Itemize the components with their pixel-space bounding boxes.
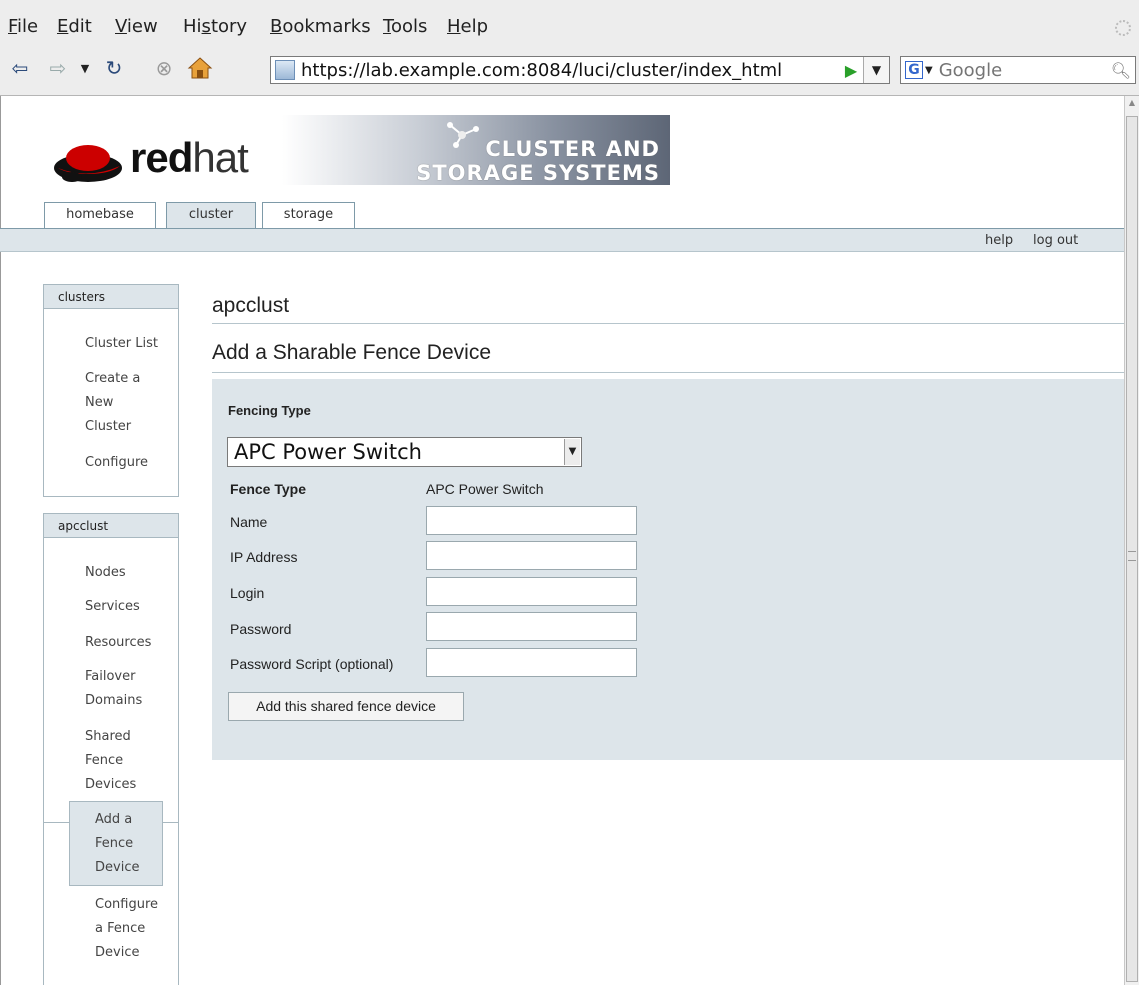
menu-help[interactable]: Help <box>447 16 488 37</box>
login-field[interactable] <box>426 577 637 606</box>
search-input[interactable] <box>938 59 1099 81</box>
scroll-grip-icon <box>1128 551 1136 561</box>
nav-resources[interactable]: Resources <box>85 631 151 655</box>
search-icon[interactable]: 🔍︎ <box>1111 61 1131 80</box>
nav-configure-fence-2[interactable]: a Fence <box>95 917 145 941</box>
nav-shared-fence-3[interactable]: Devices <box>85 773 136 797</box>
tab-cluster[interactable]: cluster <box>166 202 256 229</box>
molecule-icon <box>447 122 479 148</box>
divider <box>212 372 1124 373</box>
nav-shared-fence-2[interactable]: Fence <box>85 749 123 773</box>
password-field[interactable] <box>426 612 637 641</box>
nav-add-fence-3[interactable]: Device <box>95 856 139 880</box>
url-dropdown-icon[interactable]: ▼ <box>863 57 889 83</box>
scroll-up-icon[interactable]: ▲ <box>1127 98 1137 112</box>
menu-history[interactable]: History <box>183 16 247 37</box>
menu-edit[interactable]: Edit <box>57 16 92 37</box>
add-fence-device-button[interactable]: Add this shared fence device <box>228 692 464 721</box>
banner-line2: STORAGE SYSTEMS <box>416 161 660 185</box>
reload-icon[interactable]: ↻ <box>100 54 128 82</box>
cluster-name-heading: apcclust <box>212 294 290 317</box>
top-link-strip: help log out <box>0 228 1124 252</box>
scroll-thumb[interactable] <box>1126 116 1138 982</box>
nav-failover-2[interactable]: Domains <box>85 689 142 713</box>
url-bar[interactable]: https://lab.example.com:8084/luci/cluste… <box>270 56 890 84</box>
nav-configure[interactable]: Configure <box>85 451 148 475</box>
site-favicon-icon <box>275 60 295 80</box>
tab-storage[interactable]: storage <box>262 202 355 228</box>
password-label: Password <box>230 621 292 637</box>
nav-shared-fence-1[interactable]: Shared <box>85 725 131 749</box>
clusters-nav-header: clusters <box>44 285 178 309</box>
fencing-type-label: Fencing Type <box>228 403 311 418</box>
back-icon[interactable]: ⇦ <box>6 54 34 82</box>
browser-navbar: ⇦ ⇨ ▼ ↻ ⊗ https://lab.example.com:8084/l… <box>0 44 1139 96</box>
apcclust-nav-header: apcclust <box>44 514 178 538</box>
menu-file[interactable]: File <box>8 16 38 37</box>
fencing-type-select[interactable]: APC Power Switch ▼ <box>227 437 582 467</box>
history-dropdown-icon[interactable]: ▼ <box>76 54 94 82</box>
name-label: Name <box>230 514 268 530</box>
throbber-icon <box>1115 20 1131 36</box>
nav-border-left <box>43 820 44 985</box>
tab-homebase[interactable]: homebase <box>44 202 156 228</box>
nav-add-fence-1[interactable]: Add a <box>95 808 132 832</box>
help-link[interactable]: help <box>985 233 1013 248</box>
nav-services[interactable]: Services <box>85 595 140 619</box>
menu-bookmarks[interactable]: Bookmarks <box>270 16 371 37</box>
ip-address-field[interactable] <box>426 541 637 570</box>
fencing-type-value: APC Power Switch <box>234 440 422 464</box>
nav-create-cluster-2[interactable]: New <box>85 391 113 415</box>
menu-tools[interactable]: Tools <box>383 16 427 37</box>
name-field[interactable] <box>426 506 637 535</box>
page-title: Add a Sharable Fence Device <box>212 341 491 364</box>
search-box[interactable]: G ▼ 🔍︎ <box>900 56 1136 84</box>
redhat-shadowman-icon <box>54 145 122 182</box>
stop-icon[interactable]: ⊗ <box>150 54 178 82</box>
product-banner: CLUSTER AND STORAGE SYSTEMS <box>282 115 670 185</box>
url-text[interactable]: https://lab.example.com:8084/luci/cluste… <box>301 60 839 81</box>
nav-nodes[interactable]: Nodes <box>85 561 126 585</box>
banner-line1: CLUSTER AND <box>485 137 660 161</box>
engine-dropdown-icon[interactable]: ▼ <box>925 65 933 76</box>
nav-add-fence-2[interactable]: Fence <box>95 832 133 856</box>
search-engine-icon[interactable]: G <box>905 61 923 79</box>
vertical-scrollbar[interactable]: ▲ <box>1124 96 1139 985</box>
nav-failover-1[interactable]: Failover <box>85 665 135 689</box>
go-icon[interactable]: ▶ <box>839 61 863 80</box>
nav-create-cluster-3[interactable]: Cluster <box>85 415 131 439</box>
nav-configure-fence-1[interactable]: Configure <box>95 893 158 917</box>
forward-icon[interactable]: ⇨ <box>44 54 72 82</box>
login-label: Login <box>230 585 265 601</box>
ip-address-label: IP Address <box>230 549 298 565</box>
fence-type-value: APC Power Switch <box>426 481 544 497</box>
nav-border-right <box>178 820 179 985</box>
home-icon[interactable] <box>186 54 214 82</box>
menu-view[interactable]: View <box>115 16 158 37</box>
select-dropdown-icon[interactable]: ▼ <box>564 439 580 465</box>
browser-menubar: File Edit View History Bookmarks Tools H… <box>0 0 1139 44</box>
nav-configure-fence-3[interactable]: Device <box>95 941 139 965</box>
nav-cluster-list[interactable]: Cluster List <box>85 332 158 356</box>
divider <box>212 323 1124 324</box>
logo-hat-text: hat <box>192 134 248 181</box>
logout-link[interactable]: log out <box>1033 233 1078 248</box>
logo-red-text: red <box>130 134 193 181</box>
password-script-label: Password Script (optional) <box>230 656 394 672</box>
password-script-field[interactable] <box>426 648 637 677</box>
fence-type-label: Fence Type <box>230 481 306 497</box>
nav-create-cluster-1[interactable]: Create a <box>85 367 140 391</box>
redhat-logo: redhat <box>130 134 249 182</box>
